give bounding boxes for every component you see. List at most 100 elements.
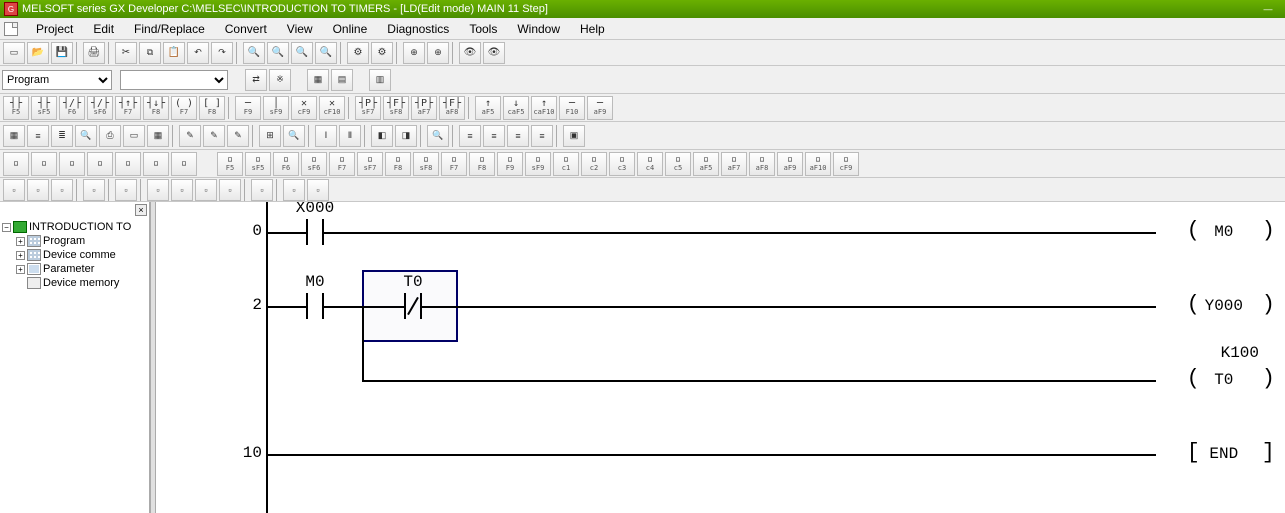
ld-element-sf5[interactable]: ┤├sF5 xyxy=(31,96,57,120)
tb4r-af7[interactable]: ▫aF7 xyxy=(721,152,747,176)
ld-element-sf7[interactable]: ┤P├sF7 xyxy=(355,96,381,120)
tb4r-c2[interactable]: ▫c2 xyxy=(581,152,607,176)
program-type-dropdown[interactable]: Program xyxy=(2,70,112,90)
convert-all-button[interactable] xyxy=(371,42,393,64)
minimize-button[interactable]: — xyxy=(1255,4,1281,14)
tb4r-c1[interactable]: ▫c1 xyxy=(553,152,579,176)
coil-t0[interactable]: K100(T0) xyxy=(1187,366,1275,391)
tree-item-program[interactable]: +Program xyxy=(2,234,147,248)
panel-close-button[interactable]: × xyxy=(135,204,147,216)
tb5-v6[interactable]: ▫ xyxy=(147,179,169,201)
tb3-e9[interactable]: ✎ xyxy=(227,125,249,147)
tb3-e8[interactable]: ✎ xyxy=(203,125,225,147)
tb3-e7[interactable]: ✎ xyxy=(179,125,201,147)
ld-element-f7[interactable]: ┤↑├F7 xyxy=(115,96,141,120)
project-tree[interactable]: − INTRODUCTION TO +Program+Device comme+… xyxy=(0,202,149,292)
coil-m0[interactable]: (M0) xyxy=(1187,218,1275,243)
tb5-v9[interactable]: ▫ xyxy=(219,179,241,201)
convert-button[interactable] xyxy=(347,42,369,64)
tb4r-sf8[interactable]: ▫sF8 xyxy=(413,152,439,176)
ld-element-f8[interactable]: [ ]F8 xyxy=(199,96,225,120)
tb3-e6[interactable]: ▦ xyxy=(147,125,169,147)
ld-element-f5[interactable]: ┤├F5 xyxy=(3,96,29,120)
tb3-e13[interactable]: Ⅱ xyxy=(339,125,361,147)
tb4r-sf7[interactable]: ▫sF7 xyxy=(357,152,383,176)
menu-online[interactable]: Online xyxy=(323,20,378,38)
tb4r-c5[interactable]: ▫c5 xyxy=(665,152,691,176)
tree-root[interactable]: − INTRODUCTION TO xyxy=(2,220,147,234)
menu-diagnostics[interactable]: Diagnostics xyxy=(377,20,459,38)
tb4r-sf5[interactable]: ▫sF5 xyxy=(245,152,271,176)
find-instr-button[interactable] xyxy=(291,42,313,64)
paste-button[interactable] xyxy=(163,42,185,64)
tb4r-f6[interactable]: ▫F6 xyxy=(273,152,299,176)
tb4r-f7[interactable]: ▫F7 xyxy=(329,152,355,176)
tb4r-c4[interactable]: ▫c4 xyxy=(637,152,663,176)
tb4r-c3[interactable]: ▫c3 xyxy=(609,152,635,176)
menu-tools[interactable]: Tools xyxy=(459,20,507,38)
ld-element-af8[interactable]: ┤F├aF8 xyxy=(439,96,465,120)
tb4r-sf9[interactable]: ▫sF9 xyxy=(525,152,551,176)
reference-button[interactable]: ※ xyxy=(269,69,291,91)
tb5-v5[interactable]: ▫ xyxy=(115,179,137,201)
tb4-t4[interactable]: ▫ xyxy=(87,152,113,176)
tb3-e4[interactable]: ⎙ xyxy=(99,125,121,147)
tb4r-f7[interactable]: ▫F7 xyxy=(441,152,467,176)
tb4r-af8[interactable]: ▫aF8 xyxy=(749,152,775,176)
ld-element-f7[interactable]: ( )F7 xyxy=(171,96,197,120)
ld-element-f10[interactable]: ─F10 xyxy=(559,96,585,120)
tb3-e1[interactable]: ≡ xyxy=(27,125,49,147)
rung-0[interactable]: 0X000(M0) xyxy=(156,202,1285,276)
expand-icon[interactable]: + xyxy=(16,265,25,274)
rung-2[interactable]: 2M0T0(Y000)K100(T0) xyxy=(156,276,1285,424)
find-device-button[interactable] xyxy=(267,42,289,64)
tb3-e11[interactable]: 🔍 xyxy=(283,125,305,147)
ladder-editor[interactable]: 0X000(M0)2M0T0(Y000)K100(T0)10[END] xyxy=(156,202,1285,513)
coil-y000[interactable]: (Y000) xyxy=(1187,292,1275,317)
ld-element-f8[interactable]: ┤↓├F8 xyxy=(143,96,169,120)
tb4r-af5[interactable]: ▫aF5 xyxy=(693,152,719,176)
tb2-b1[interactable]: ▦ xyxy=(307,69,329,91)
menu-window[interactable]: Window xyxy=(507,20,570,38)
tree-item-devicecomme[interactable]: +Device comme xyxy=(2,248,147,262)
tb3-e5[interactable]: ▭ xyxy=(123,125,145,147)
menu-edit[interactable]: Edit xyxy=(83,20,124,38)
tb3-bk[interactable]: ▦ xyxy=(3,125,25,147)
menu-convert[interactable]: Convert xyxy=(215,20,277,38)
tb4r-af10[interactable]: ▫aF10 xyxy=(805,152,831,176)
contact-x000[interactable]: X000 xyxy=(306,219,324,245)
save-button[interactable] xyxy=(51,42,73,64)
cut-button[interactable] xyxy=(115,42,137,64)
ld-element-caf10[interactable]: ↑caF10 xyxy=(531,96,557,120)
new-button[interactable] xyxy=(3,42,25,64)
menu-help[interactable]: Help xyxy=(570,20,615,38)
open-button[interactable] xyxy=(27,42,49,64)
tb4r-f8[interactable]: ▫F8 xyxy=(469,152,495,176)
tree-item-devicememory[interactable]: Device memory xyxy=(2,276,147,290)
ld-element-cf9[interactable]: ✕cF9 xyxy=(291,96,317,120)
ld-element-af5[interactable]: ↑aF5 xyxy=(475,96,501,120)
menu-project[interactable]: Project xyxy=(26,20,83,38)
tb5-v7[interactable]: ▫ xyxy=(171,179,193,201)
contact-m0[interactable]: M0 xyxy=(306,293,324,319)
tb5-v4[interactable]: ▫ xyxy=(83,179,105,201)
find-button[interactable] xyxy=(243,42,265,64)
tb3-e12[interactable]: Ⅰ xyxy=(315,125,337,147)
program-name-dropdown[interactable] xyxy=(120,70,228,90)
tb3-e21[interactable]: ▣ xyxy=(563,125,585,147)
ld-element-cf10[interactable]: ✕cF10 xyxy=(319,96,345,120)
tb5-v10[interactable]: ▫ xyxy=(251,179,273,201)
tb3-e14[interactable]: ◧ xyxy=(371,125,393,147)
tb4-t5[interactable]: ▫ xyxy=(115,152,141,176)
tb5-v12[interactable]: ▫ xyxy=(307,179,329,201)
expand-icon[interactable]: + xyxy=(16,251,25,260)
collapse-icon[interactable]: − xyxy=(2,223,11,232)
tb3-e16[interactable]: 🔍 xyxy=(427,125,449,147)
print-button[interactable] xyxy=(83,42,105,64)
tb4r-sf6[interactable]: ▫sF6 xyxy=(301,152,327,176)
verify-button[interactable] xyxy=(483,42,505,64)
tb3-e3[interactable]: 🔍 xyxy=(75,125,97,147)
tb5-v3[interactable]: ▫ xyxy=(51,179,73,201)
tb4r-f9[interactable]: ▫F9 xyxy=(497,152,523,176)
copy-button[interactable] xyxy=(139,42,161,64)
